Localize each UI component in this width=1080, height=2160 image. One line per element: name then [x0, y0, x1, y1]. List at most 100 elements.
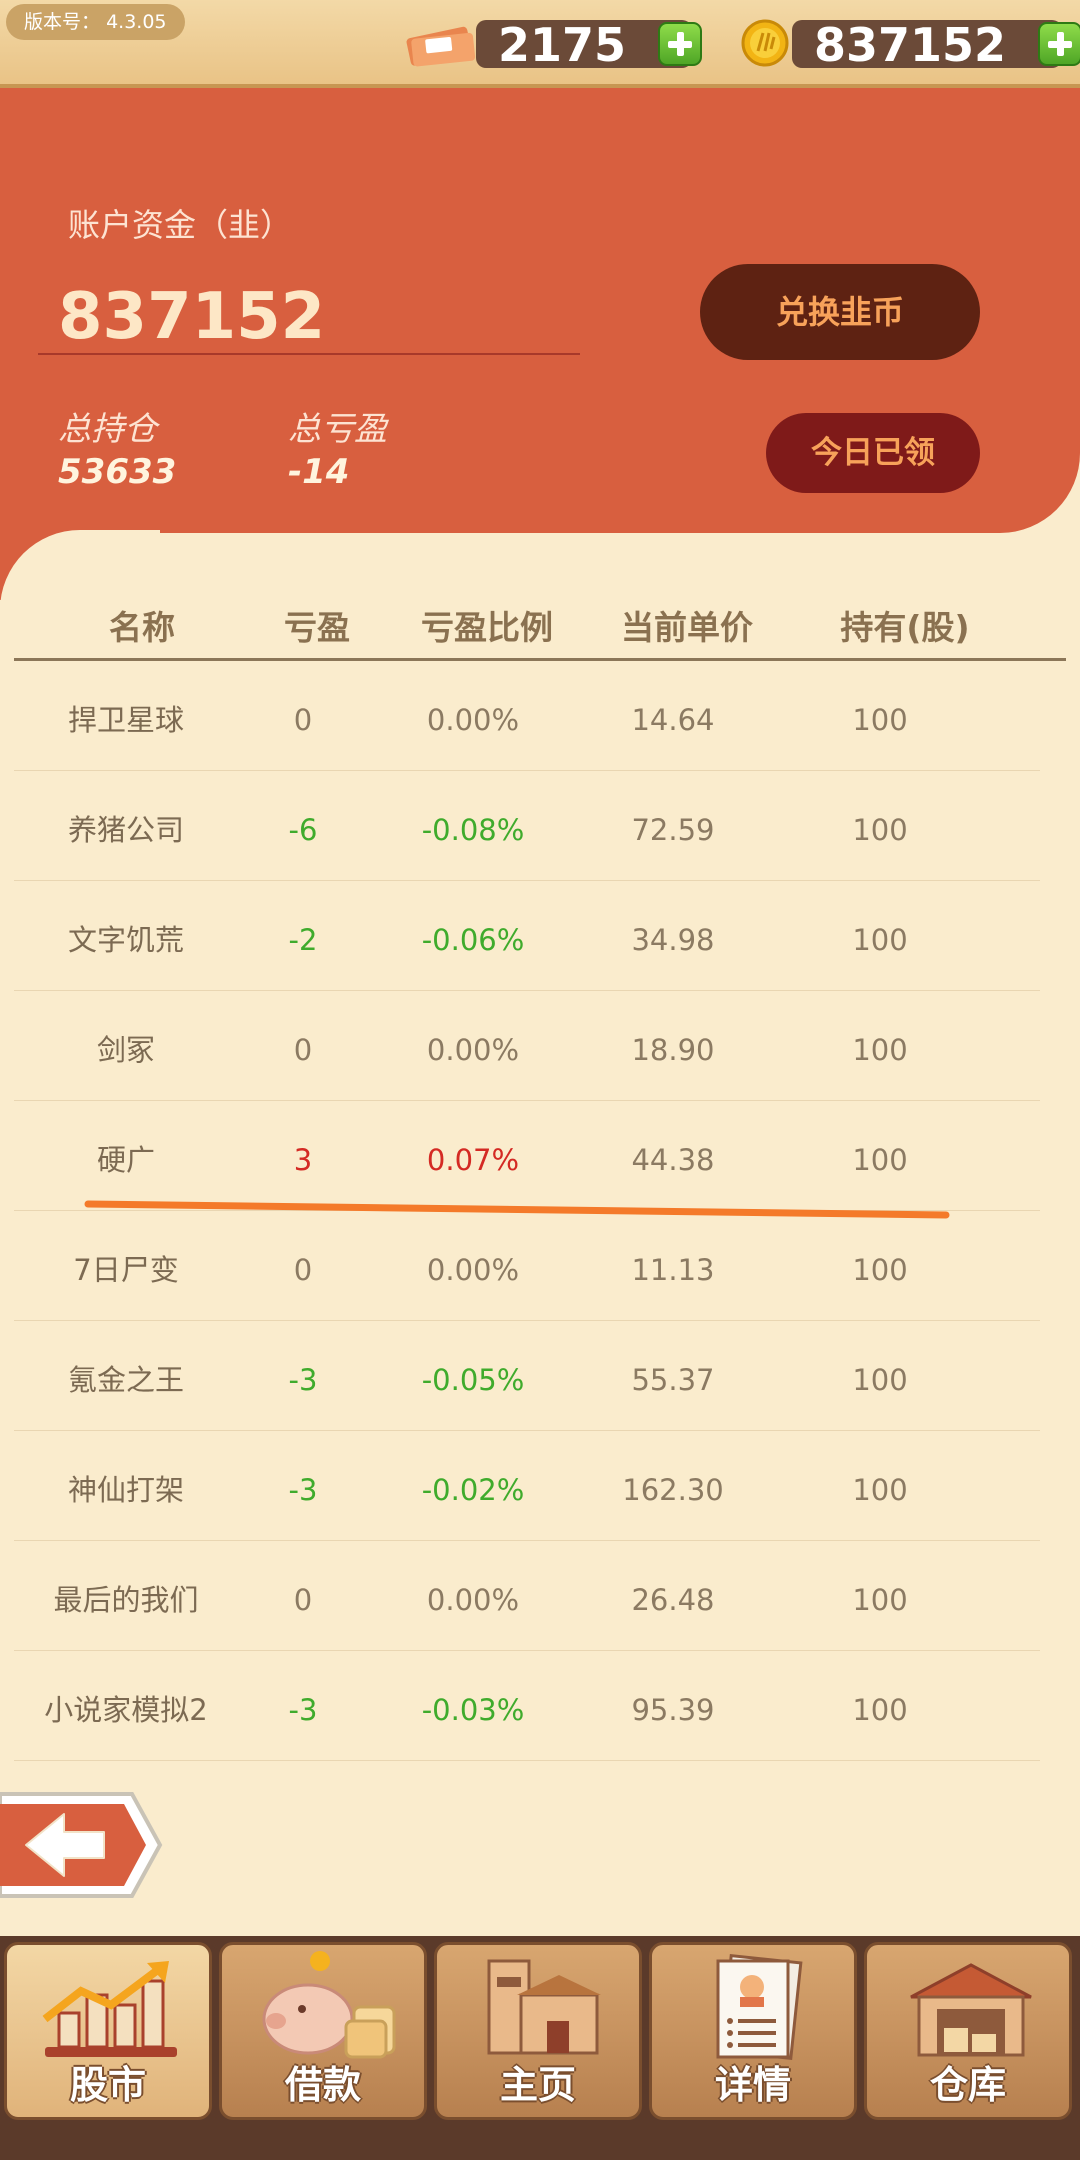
back-button[interactable]	[0, 1786, 170, 1904]
stock-pnl-ratio: 0.07%	[426, 1143, 520, 1177]
header-price: 当前单价	[621, 608, 753, 647]
stock-shares: 100	[852, 1143, 908, 1177]
stock-price: 14.64	[631, 703, 715, 737]
nav-details[interactable]: 详情	[649, 1942, 857, 2120]
version-number: 4.3.05	[106, 11, 167, 33]
top-resource-bar: 版本号： 4.3.05 2175 837152	[0, 0, 1080, 88]
stock-pnl: -3	[288, 1363, 318, 1397]
exchange-coins-button[interactable]: 兑换韭币	[700, 264, 980, 360]
stock-pnl: 0	[293, 703, 313, 737]
panel-corner	[0, 530, 160, 670]
stock-price: 11.13	[631, 1253, 715, 1287]
nav-details-label: 详情	[714, 2063, 791, 2107]
nav-home-label: 主页	[499, 2063, 576, 2107]
stock-pnl-ratio: 0.00%	[426, 1033, 520, 1067]
stock-pnl-ratio: 0.00%	[426, 1583, 520, 1617]
stock-pnl: 0	[293, 1253, 313, 1287]
stock-name: 养猪公司	[67, 813, 184, 847]
daily-claimed-button[interactable]: 今日已领	[766, 413, 980, 493]
table-row[interactable]: 文字饥荒 -2 -0.06% 34.98 100	[0, 881, 1040, 991]
table-row[interactable]: 7日尸变 0 0.00% 11.13 100	[0, 1211, 1040, 1321]
home-building-icon	[487, 1959, 601, 2055]
stock-name: 文字饥荒	[67, 923, 184, 957]
coin-icon	[741, 19, 789, 67]
nav-warehouse[interactable]: 仓库	[864, 1942, 1072, 2120]
profile-document-icon	[716, 1953, 803, 2061]
stock-price: 34.98	[631, 923, 715, 957]
stock-shares: 100	[852, 703, 908, 737]
table-row[interactable]: 神仙打架 -3 -0.02% 162.30 100	[0, 1431, 1040, 1541]
add-tickets-button[interactable]	[658, 22, 702, 66]
stock-name: 神仙打架	[67, 1473, 184, 1507]
nav-loan[interactable]: 借款	[219, 1942, 427, 2120]
stock-name: 剑冢	[96, 1033, 155, 1067]
nav-home[interactable]: 主页	[434, 1942, 642, 2120]
header-name: 名称	[109, 608, 175, 647]
table-row[interactable]: 硬广 3 0.07% 44.38 100	[0, 1101, 1040, 1211]
account-funds-label: 账户资金（韭）	[68, 206, 293, 244]
stock-pnl: -2	[288, 923, 318, 957]
coin-count: 837152	[814, 18, 1007, 72]
stock-table-header: 名称 亏盈 亏盈比例 当前单价 持有(股)	[14, 595, 1066, 661]
version-label: 版本号： 4.3.05	[6, 4, 185, 40]
total-position-value: 53633	[58, 452, 177, 492]
ticket-balance: 2175	[476, 20, 702, 70]
stock-price: 55.37	[631, 1363, 715, 1397]
header-pnl-ratio: 亏盈比例	[421, 608, 553, 647]
stock-price: 95.39	[631, 1693, 715, 1727]
bottom-nav: 股市 借款 主页 详情 仓库	[0, 1936, 1080, 2160]
table-row[interactable]: 小说家模拟2 -3 -0.03% 95.39 100	[0, 1651, 1040, 1761]
stock-price: 72.59	[631, 813, 715, 847]
stock-shares: 100	[852, 923, 908, 957]
ticket-icon	[406, 26, 476, 67]
table-row[interactable]: 养猪公司 -6 -0.08% 72.59 100	[0, 771, 1040, 881]
nav-warehouse-label: 仓库	[929, 2063, 1006, 2107]
warehouse-icon	[910, 1963, 1032, 2057]
stock-price: 44.38	[631, 1143, 715, 1177]
stock-pnl: -3	[288, 1473, 318, 1507]
table-row[interactable]: 剑冢 0 0.00% 18.90 100	[0, 991, 1040, 1101]
stock-name: 小说家模拟2	[44, 1693, 208, 1727]
stock-pnl-ratio: -0.05%	[421, 1363, 525, 1397]
stock-pnl-ratio: -0.06%	[421, 923, 525, 957]
stock-name: 硬广	[96, 1143, 155, 1177]
stock-shares: 100	[852, 1473, 908, 1507]
version-prefix: 版本号：	[24, 11, 101, 33]
header-pnl: 亏盈	[284, 608, 350, 647]
stock-pnl: 3	[293, 1143, 313, 1177]
stock-price: 26.48	[631, 1583, 715, 1617]
table-row[interactable]: 最后的我们 0 0.00% 26.48 100	[0, 1541, 1040, 1651]
total-pnl-label: 总亏盈	[288, 409, 387, 448]
stock-price: 18.90	[631, 1033, 715, 1067]
nav-stock-market[interactable]: 股市	[4, 1942, 212, 2120]
nav-loan-label: 借款	[284, 2063, 361, 2107]
stock-pnl: 0	[293, 1033, 313, 1067]
add-coins-button[interactable]	[1038, 22, 1080, 66]
stock-pnl-ratio: -0.02%	[421, 1473, 525, 1507]
stock-shares: 100	[852, 813, 908, 847]
stock-shares: 100	[852, 1693, 908, 1727]
account-divider	[38, 353, 580, 355]
piggy-bank-icon	[262, 1951, 396, 2059]
total-pnl-value: -14	[288, 452, 350, 492]
coin-balance: 837152	[792, 20, 1080, 70]
account-panel: 账户资金（韭） 837152 总持仓 53633 总亏盈 -14 兑换韭币 今日…	[0, 88, 1080, 533]
stock-shares: 100	[852, 1363, 908, 1397]
total-position-label: 总持仓	[58, 409, 157, 448]
stock-pnl: -3	[288, 1693, 318, 1727]
stock-pnl: -6	[288, 813, 318, 847]
account-funds-value: 837152	[58, 280, 326, 354]
stock-table: 捍卫星球 0 0.00% 14.64 100 养猪公司 -6 -0.08% 72…	[0, 661, 1080, 1761]
table-row[interactable]: 捍卫星球 0 0.00% 14.64 100	[0, 661, 1040, 771]
stock-price: 162.30	[622, 1473, 724, 1507]
stock-name: 7日尸变	[73, 1253, 179, 1287]
stock-pnl-ratio: -0.03%	[421, 1693, 525, 1727]
ticket-count: 2175	[498, 18, 627, 72]
stock-chart-icon	[42, 1961, 177, 2057]
stock-name: 氪金之王	[67, 1363, 184, 1397]
stock-pnl: 0	[293, 1583, 313, 1617]
stock-shares: 100	[852, 1583, 908, 1617]
table-row[interactable]: 氪金之王 -3 -0.05% 55.37 100	[0, 1321, 1040, 1431]
stock-name: 最后的我们	[53, 1583, 199, 1617]
stock-pnl-ratio: -0.08%	[421, 813, 525, 847]
